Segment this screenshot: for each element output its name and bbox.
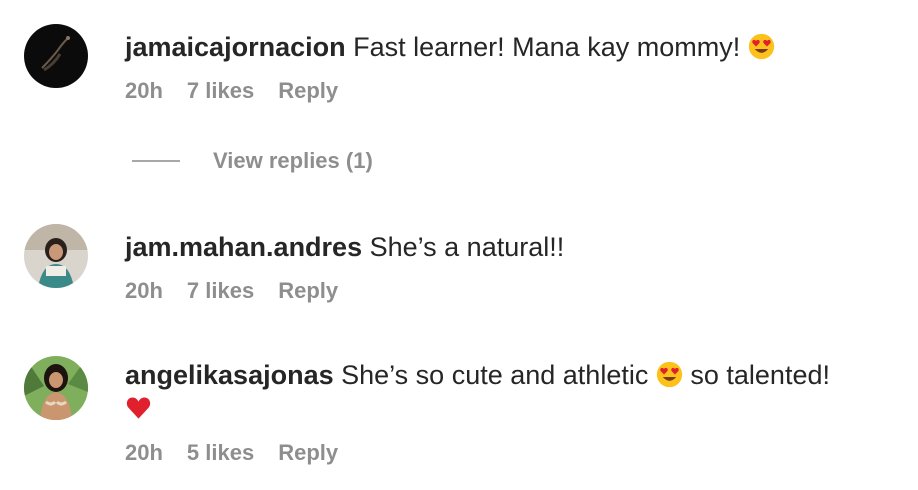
comment-likes[interactable]: 5 likes [187,440,254,466]
comment-time: 20h [125,278,163,303]
replies-divider [132,160,180,162]
comment-text: jamaicajornacion Fast learner! Mana kay … [125,30,895,64]
comment-body: jam.mahan.andres She’s a natural!! 20h 7… [125,230,895,304]
comment-meta: 20h 7 likes Reply [125,278,895,304]
comment-time: 20h [125,78,163,103]
comment-text: jam.mahan.andres She’s a natural!! [125,230,895,264]
heart-eyes-emoji-icon [656,361,683,388]
comment-likes[interactable]: 7 likes [187,278,254,304]
avatar[interactable] [24,24,88,88]
comment-meta: 20h 5 likes Reply [125,440,895,466]
comment-username[interactable]: jamaicajornacion [125,32,346,62]
comment-username[interactable]: jam.mahan.andres [125,232,362,262]
comment-body: jamaicajornacion Fast learner! Mana kay … [125,30,895,104]
avatar[interactable] [24,224,88,288]
avatar[interactable] [24,356,88,420]
heart-eyes-emoji-icon [748,33,775,60]
reply-button[interactable]: Reply [278,440,338,466]
reply-button[interactable]: Reply [278,278,338,304]
view-replies-label: View replies (1) [213,148,373,173]
view-replies-button[interactable]: View replies (1) [132,148,373,174]
comment-likes[interactable]: 7 likes [187,78,254,104]
comment-body: angelikasajonas She’s so cute and athlet… [125,358,895,466]
comment-text: angelikasajonas She’s so cute and athlet… [125,358,895,426]
comment-time: 20h [125,440,163,465]
comment-username[interactable]: angelikasajonas [125,360,334,390]
red-heart-emoji-icon [125,395,152,422]
comment-meta: 20h 7 likes Reply [125,78,895,104]
comment-message-part1: She’s so cute and athletic [341,360,649,390]
comment-message: Fast learner! Mana kay mommy! [353,32,741,62]
comment-message: She’s a natural!! [369,232,565,262]
reply-button[interactable]: Reply [278,78,338,104]
comment-message-part2: so talented! [690,360,830,390]
